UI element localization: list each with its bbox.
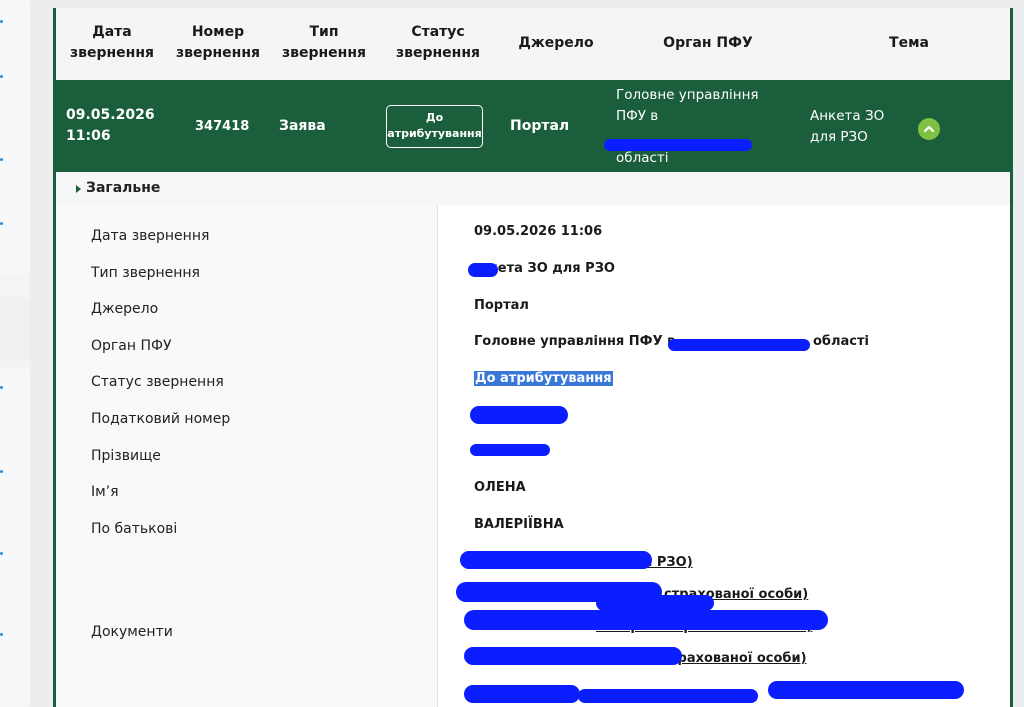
row-date: 09.05.2026 11:06 [66, 107, 155, 144]
label-patronymic: По батькові [91, 521, 178, 537]
appeals-panel: Дата звернення Номер звернення Тип зверн… [53, 8, 1013, 707]
header-type[interactable]: Тип звернення [282, 22, 366, 64]
nav-dot[interactable] [0, 75, 3, 78]
redaction-mark [464, 685, 580, 703]
table-header: Дата звернення Номер звернення Тип зверн… [56, 8, 1010, 80]
label-surname: Прізвище [91, 448, 161, 464]
label-type: Тип звернення [91, 265, 200, 281]
scrollbar-track[interactable] [1012, 0, 1024, 707]
header-source[interactable]: Джерело [511, 33, 601, 54]
header-organ[interactable]: Орган ПФУ [656, 33, 760, 54]
header-date[interactable]: Дата звернення [70, 22, 154, 64]
nav-dot[interactable] [0, 552, 3, 555]
nav-dot[interactable] [0, 633, 3, 636]
label-documents: Документи [91, 624, 173, 640]
left-card [0, 297, 30, 361]
status-badge: До атрибутування [386, 105, 483, 148]
section-general[interactable]: Загальне [56, 172, 1010, 205]
redaction-mark [668, 339, 810, 351]
nav-dot[interactable] [0, 222, 3, 225]
nav-dot[interactable] [0, 386, 3, 389]
redaction-mark [464, 647, 682, 665]
redaction-mark [470, 444, 550, 456]
value-name: ОЛЕНА [474, 480, 526, 495]
value-organ-end: області [813, 334, 869, 349]
left-navigation-strip [0, 0, 30, 707]
section-title: Загальне [86, 180, 161, 196]
value-date: 09.05.2026 11:06 [474, 224, 603, 239]
labels-column: Дата звернення Тип звернення Джерело Орг… [56, 205, 438, 707]
label-organ: Орган ПФУ [91, 338, 172, 354]
header-topic[interactable]: Тема [876, 33, 942, 54]
nav-dot[interactable] [0, 470, 3, 473]
redaction-mark [768, 681, 964, 699]
value-organ-start: Головне управління ПФУ в [474, 334, 676, 349]
nav-dot[interactable] [0, 158, 3, 161]
redaction-mark [578, 689, 758, 703]
row-source: Портал [510, 118, 570, 134]
redaction-mark [470, 406, 568, 424]
collapse-chevron-up-icon[interactable] [918, 118, 940, 140]
value-type: нкета ЗО для РЗО [480, 261, 615, 276]
redaction-mark [464, 610, 828, 630]
left-card [0, 368, 30, 707]
label-date: Дата звернення [91, 228, 210, 244]
row-number: 347418 [195, 119, 250, 134]
redaction-mark [596, 595, 714, 611]
row-organ: Головне управління ПФУ в області [616, 87, 759, 166]
header-number[interactable]: Номер звернення [174, 22, 262, 64]
table-row[interactable]: 09.05.2026 11:06 347418 Заява До атрибут… [56, 80, 1010, 172]
label-source: Джерело [91, 301, 159, 317]
row-type: Заява [279, 118, 326, 134]
value-status-selected: До атрибутування [474, 371, 613, 386]
label-tax-number: Податковий номер [91, 411, 231, 427]
caret-right-icon [76, 185, 81, 193]
nav-dot[interactable] [0, 20, 3, 23]
header-status[interactable]: Статус звернення [396, 22, 480, 64]
redaction-mark [604, 139, 752, 151]
value-patronymic: ВАЛЕРІЇВНА [474, 517, 564, 532]
details-table: Дата звернення Тип звернення Джерело Орг… [56, 205, 1010, 707]
label-name: Ім’я [91, 484, 119, 500]
redaction-mark [460, 551, 652, 569]
document-link[interactable]: трахованої особи) [670, 651, 807, 666]
label-status: Статус звернення [91, 374, 224, 390]
row-topic: Анкета ЗО для РЗО [810, 108, 885, 145]
redaction-mark [468, 263, 498, 277]
value-source: Портал [474, 298, 529, 313]
left-card [0, 0, 30, 275]
